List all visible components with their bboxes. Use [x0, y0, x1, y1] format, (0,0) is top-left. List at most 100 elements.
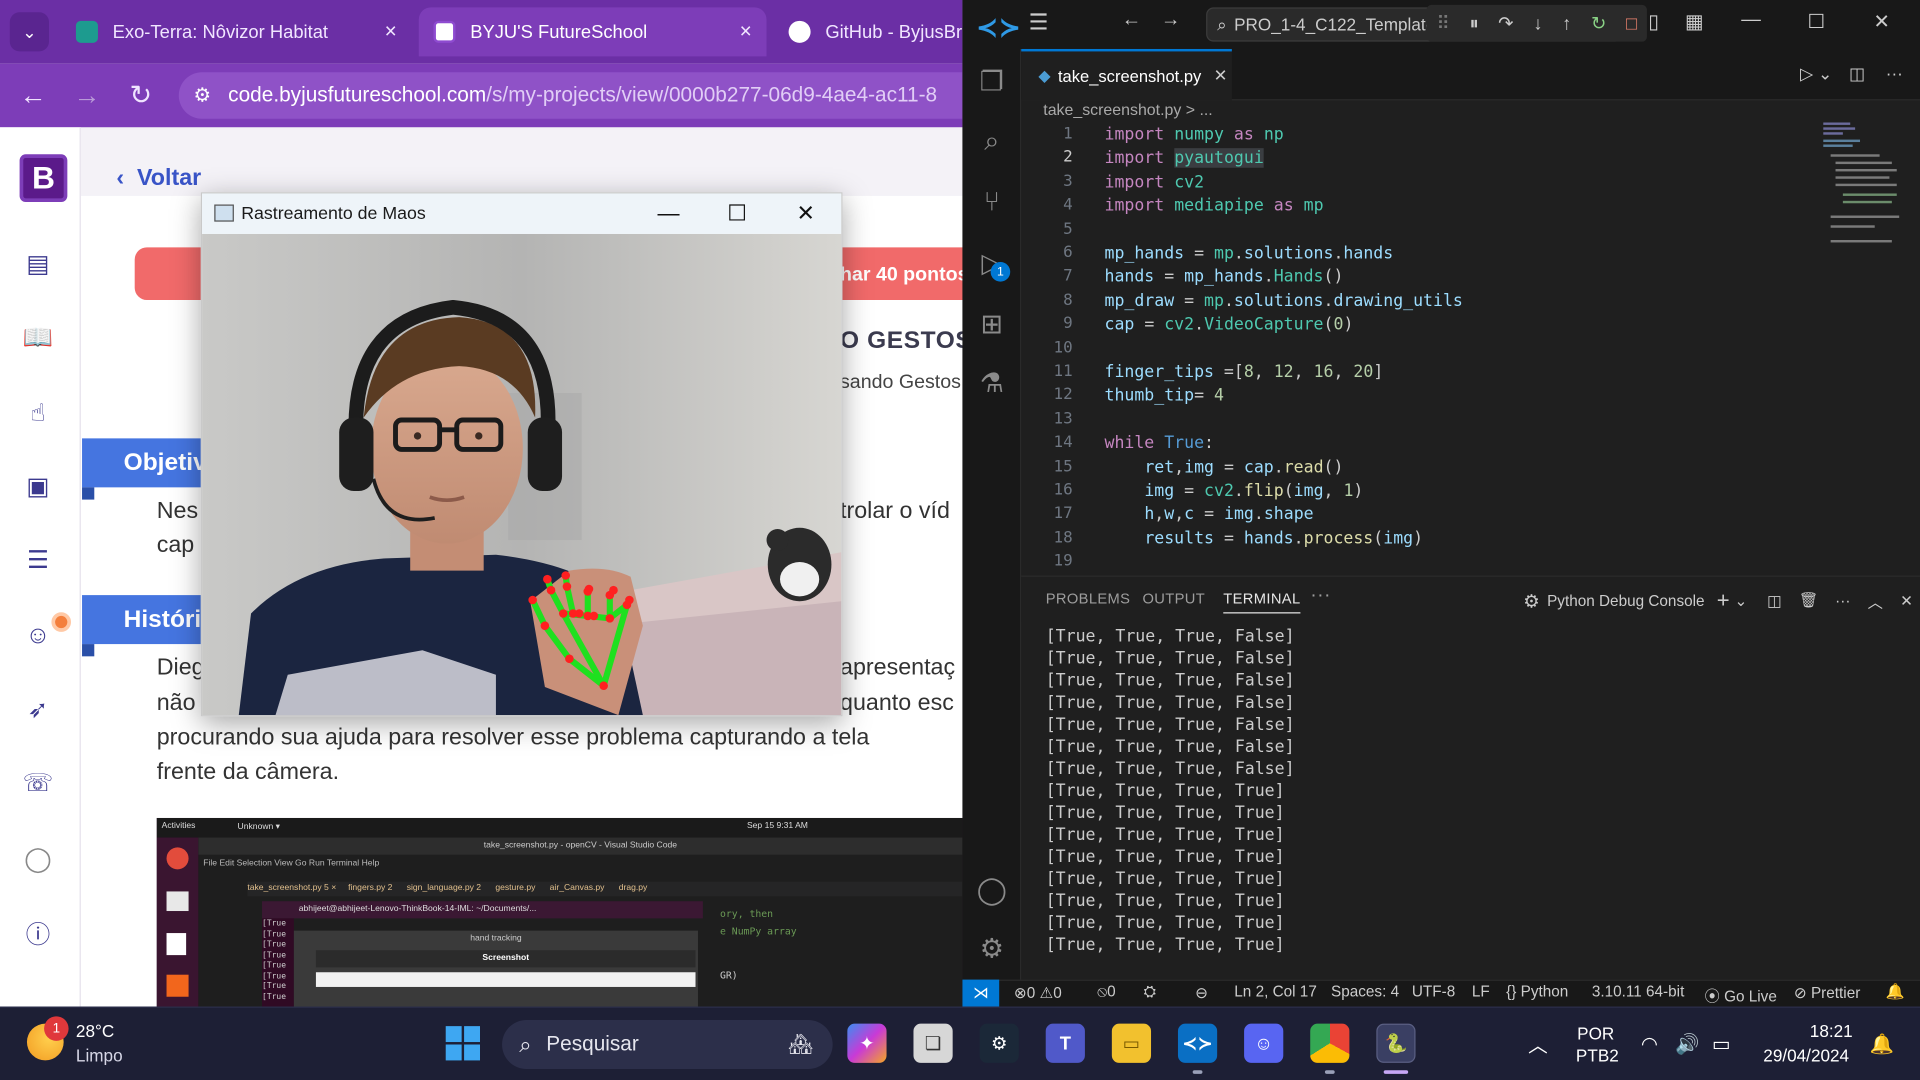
toggle-sidebar-icon[interactable]: ▯	[1648, 10, 1659, 34]
code-line[interactable]: while True:	[1104, 433, 1214, 453]
prettier-status[interactable]: ⊘ Prettier	[1794, 983, 1860, 1001]
code-line[interactable]: mp_hands = mp.solutions.hands	[1104, 244, 1393, 264]
code-line[interactable]: results = hands.process(img)	[1104, 529, 1423, 549]
split-terminal-icon[interactable]: ◫	[1767, 591, 1781, 610]
code-line[interactable]: ret,img = cap.read()	[1104, 458, 1343, 478]
tab-output[interactable]: OUTPUT	[1142, 590, 1205, 607]
chevron-up-icon[interactable]: ︿	[1528, 1029, 1548, 1058]
code-line[interactable]: cap = cv2.VideoCapture(0)	[1104, 315, 1353, 335]
testing-icon[interactable]: ⚗	[973, 365, 1010, 402]
touch-icon[interactable]: ☝	[22, 397, 54, 429]
panel-more-icon[interactable]: ···	[1310, 585, 1331, 607]
weather-condition[interactable]: Limpo	[76, 1046, 123, 1066]
editor-tab-take-screenshot[interactable]: ◆ take_screenshot.py ✕	[1021, 48, 1232, 101]
code-line[interactable]: import numpy as np	[1104, 125, 1283, 145]
code-line[interactable]: h,w,c = img.shape	[1104, 504, 1313, 524]
temperature[interactable]: 28°C	[76, 1021, 114, 1041]
profile-icon[interactable]: ◯	[22, 842, 54, 874]
code-line[interactable]: thumb_tip= 4	[1104, 386, 1223, 406]
new-terminal-icon[interactable]: +	[1717, 588, 1730, 614]
file-explorer-icon[interactable]: ▭	[1111, 1023, 1152, 1063]
split-editor-icon[interactable]: ◫	[1849, 64, 1865, 85]
cursor-position[interactable]: Ln 2, Col 17	[1234, 983, 1317, 1000]
close-tab-icon[interactable]: ×	[385, 20, 397, 44]
byjus-logo[interactable]: B	[19, 154, 68, 203]
code-line[interactable]: import pyautogui	[1104, 148, 1264, 168]
nav-forward-icon[interactable]: →	[1161, 10, 1181, 32]
stop-icon[interactable]: □	[1626, 13, 1637, 34]
step-over-icon[interactable]: ↷	[1498, 12, 1513, 34]
url-field[interactable]: ⚙ code.byjusfutureschool.com/s/my-projec…	[178, 72, 987, 119]
hamburger-menu-icon[interactable]: ☰	[1029, 10, 1049, 36]
battery-icon[interactable]: ▭	[1712, 1032, 1731, 1056]
code-line[interactable]: finger_tips =[8, 12, 16, 20]	[1104, 362, 1383, 382]
indentation[interactable]: Spaces: 4	[1331, 983, 1399, 1000]
code-line[interactable]: hands = mp_hands.Hands()	[1104, 267, 1343, 287]
support-icon[interactable]: ☏	[22, 767, 54, 799]
code-line[interactable]: img = cv2.flip(img, 1)	[1104, 481, 1363, 501]
notifications-icon[interactable]: 🔔	[1870, 1032, 1894, 1056]
notifications-bell-icon[interactable]: 🔔	[1886, 983, 1905, 1001]
kill-terminal-icon[interactable]: 🗑	[1799, 591, 1818, 609]
go-live-button[interactable]: ⦿ Go Live	[1705, 983, 1777, 1006]
back-arrow-icon[interactable]: ←	[15, 77, 52, 114]
ports-status[interactable]: ⦸0	[1097, 983, 1116, 1001]
source-control-icon[interactable]: ⑂	[973, 184, 1010, 221]
manage-gear-icon[interactable]: ⚙	[973, 931, 1010, 968]
windows-start-icon[interactable]	[445, 1026, 481, 1061]
browser-tab-byjus[interactable]: BYJU'S FutureSchool ×	[418, 7, 767, 57]
python-interpreter[interactable]: 3.10.11 64-bit	[1592, 983, 1684, 1000]
search-icon[interactable]: ⌕	[973, 122, 1010, 159]
notes-icon[interactable]: ☰	[22, 544, 54, 576]
input-language[interactable]: POR	[1577, 1024, 1614, 1044]
code-line[interactable]: mp_draw = mp.solutions.drawing_utils	[1104, 291, 1462, 311]
drag-handle-icon[interactable]: ⠿	[1436, 12, 1449, 34]
forward-arrow-icon[interactable]: →	[69, 77, 106, 114]
problems-status[interactable]: ⊗0 ⚠0	[1014, 983, 1062, 1001]
nav-back-icon[interactable]: ←	[1122, 10, 1142, 32]
tab-list-button[interactable]: ⌄	[9, 12, 49, 52]
browser-tab-github[interactable]: GitHub - ByjusBra	[774, 7, 965, 56]
close-panel-icon[interactable]: ✕	[1900, 591, 1913, 610]
chevron-down-icon[interactable]: ⌄	[1735, 591, 1748, 610]
close-button[interactable]: ✕	[770, 193, 841, 233]
window-minimize-icon[interactable]: —	[1741, 10, 1761, 32]
language-mode[interactable]: {} Python	[1506, 983, 1568, 1000]
steam-icon[interactable]: ⚙	[979, 1023, 1019, 1063]
tab-terminal[interactable]: TERMINAL	[1223, 590, 1301, 614]
line-ending[interactable]: LF	[1472, 983, 1490, 1000]
close-tab-icon[interactable]: ×	[740, 20, 752, 44]
breadcrumb[interactable]: take_screenshot.py > ...	[1043, 100, 1212, 124]
step-into-icon[interactable]: ↓	[1533, 13, 1542, 34]
more-actions-icon[interactable]: ···	[1835, 592, 1850, 609]
wifi-icon[interactable]: ◠	[1641, 1032, 1658, 1056]
volume-icon[interactable]: 🔊	[1675, 1032, 1699, 1056]
vscode-taskbar-icon[interactable]: ≺≻	[1177, 1023, 1218, 1063]
minimap[interactable]	[1818, 122, 1904, 575]
keyboard-layout[interactable]: PTB2	[1576, 1046, 1619, 1066]
rocket-icon[interactable]: ➶	[22, 693, 54, 725]
window-maximize-icon[interactable]: ☐	[1807, 10, 1825, 34]
clock-time[interactable]: 18:21	[1810, 1021, 1853, 1041]
debug-status-icon[interactable]: ⛭	[1144, 983, 1156, 1001]
accounts-icon[interactable]: ◯	[973, 872, 1010, 909]
encoding[interactable]: UTF-8	[1412, 983, 1455, 1000]
code-line[interactable]: import mediapipe as mp	[1104, 196, 1323, 216]
minimize-button[interactable]: —	[633, 193, 704, 233]
extensions-icon[interactable]: ⊞	[973, 306, 1010, 343]
task-view-icon[interactable]: ❏	[913, 1023, 953, 1063]
smiley-icon[interactable]: ☺	[22, 620, 54, 652]
back-link[interactable]: ‹ Voltar	[116, 165, 201, 192]
browser-tab-exoterra[interactable]: Exo-Terra: Nôvizor Habitat ×	[61, 7, 411, 56]
pause-icon[interactable]: ⏸	[1469, 13, 1478, 34]
discord-icon[interactable]: ☺	[1244, 1023, 1284, 1063]
site-settings-icon[interactable]: ⚙	[193, 83, 211, 107]
clock-date[interactable]: 29/04/2024	[1763, 1046, 1849, 1066]
restart-icon[interactable]: ↻	[1591, 12, 1606, 34]
explorer-icon[interactable]: ❐	[973, 64, 1010, 101]
copilot-icon[interactable]: ✦	[847, 1023, 887, 1063]
close-tab-icon[interactable]: ✕	[1214, 66, 1228, 86]
customize-layout-icon[interactable]: ▦	[1685, 10, 1704, 34]
zoom-icon[interactable]: ⊖	[1195, 983, 1208, 1001]
step-out-icon[interactable]: ↑	[1562, 13, 1571, 34]
